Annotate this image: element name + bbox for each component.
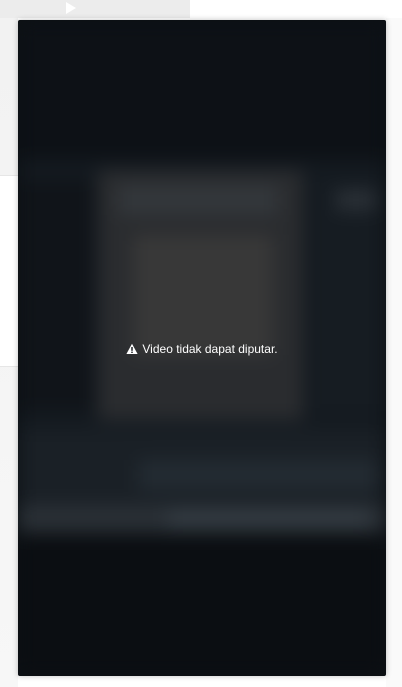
background-top-bar [0, 0, 190, 18]
video-player[interactable]: Video tidak dapat diputar. [18, 20, 386, 676]
background-right-panel [386, 18, 402, 687]
error-text: Video tidak dapat diputar. [142, 342, 278, 356]
warning-icon [126, 343, 138, 355]
video-error-message: Video tidak dapat diputar. [18, 339, 386, 359]
play-icon [62, 1, 80, 15]
background-card [0, 175, 18, 367]
